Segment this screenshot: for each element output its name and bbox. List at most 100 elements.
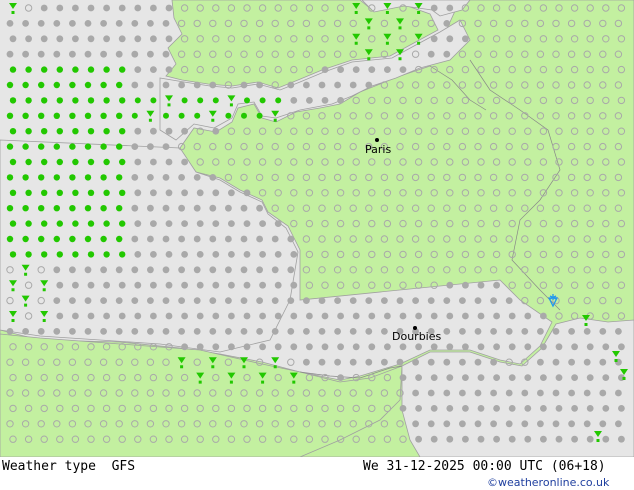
no-precipitation-dot-icon — [427, 297, 435, 304]
no-precipitation-dot-icon — [243, 251, 251, 258]
no-precipitation-dot-icon — [493, 312, 500, 320]
no-precipitation-dot-icon — [131, 235, 139, 243]
no-precipitation-dot-icon — [162, 143, 170, 151]
no-precipitation-dot-icon — [446, 405, 454, 412]
rain-drop-icon — [6, 174, 14, 181]
no-precipitation-dot-icon — [583, 389, 591, 397]
no-precipitation-dot-icon — [365, 328, 373, 335]
no-precipitation-dot-icon — [72, 4, 79, 12]
no-precipitation-dot-icon — [490, 297, 497, 304]
no-precipitation-dot-icon — [118, 4, 126, 12]
no-precipitation-dot-icon — [477, 312, 485, 320]
no-precipitation-dot-icon — [53, 50, 61, 58]
no-precipitation-dot-icon — [540, 312, 547, 320]
rain-drop-icon — [84, 235, 92, 243]
rain-drop-icon — [69, 235, 76, 243]
no-precipitation-dot-icon — [150, 251, 157, 258]
no-precipitation-dot-icon — [193, 204, 201, 212]
no-precipitation-dot-icon — [53, 297, 61, 304]
no-precipitation-dot-icon — [134, 189, 142, 197]
no-precipitation-dot-icon — [586, 374, 594, 381]
no-precipitation-dot-icon — [100, 328, 107, 335]
no-precipitation-dot-icon — [303, 297, 310, 304]
no-precipitation-dot-icon — [462, 312, 469, 320]
no-precipitation-dot-icon — [69, 328, 76, 335]
no-precipitation-dot-icon — [427, 50, 435, 58]
no-precipitation-dot-icon — [162, 50, 170, 58]
rain-drop-icon — [100, 112, 107, 120]
no-precipitation-dot-icon — [147, 174, 154, 181]
no-precipitation-dot-icon — [228, 189, 235, 197]
rain-drop-icon — [56, 158, 63, 166]
no-precipitation-dot-icon — [212, 343, 220, 351]
rain-drop-icon — [56, 220, 63, 227]
no-precipitation-dot-icon — [462, 35, 469, 43]
no-precipitation-dot-icon — [181, 220, 189, 228]
no-precipitation-dot-icon — [53, 328, 61, 335]
no-precipitation-dot-icon — [147, 143, 154, 151]
no-precipitation-dot-icon — [165, 35, 173, 43]
no-precipitation-dot-icon — [131, 204, 139, 212]
no-precipitation-dot-icon — [87, 4, 95, 12]
no-precipitation-dot-icon — [196, 281, 204, 289]
no-precipitation-dot-icon — [256, 204, 263, 212]
no-precipitation-dot-icon — [430, 4, 438, 12]
no-precipitation-dot-icon — [493, 374, 500, 381]
no-precipitation-dot-icon — [396, 358, 404, 366]
no-precipitation-dot-icon — [274, 312, 282, 320]
rain-drop-icon — [53, 235, 60, 243]
no-precipitation-dot-icon — [290, 251, 298, 258]
no-precipitation-dot-icon — [259, 220, 266, 228]
rain-drop-icon — [9, 189, 17, 196]
no-precipitation-dot-icon — [165, 127, 173, 135]
no-precipitation-dot-icon — [118, 281, 126, 289]
no-precipitation-dot-icon — [37, 20, 45, 27]
rain-drop-icon — [87, 128, 95, 135]
rain-drop-icon — [25, 189, 32, 196]
rain-drop-icon — [100, 143, 107, 150]
no-precipitation-dot-icon — [555, 405, 563, 412]
no-precipitation-dot-icon — [508, 374, 516, 381]
no-precipitation-dot-icon — [537, 420, 544, 428]
no-precipitation-dot-icon — [540, 374, 547, 381]
no-precipitation-dot-icon — [69, 50, 76, 58]
no-precipitation-dot-icon — [259, 281, 266, 289]
rain-drop-icon — [194, 112, 201, 119]
rain-drop-icon — [56, 251, 63, 258]
no-precipitation-dot-icon — [147, 297, 154, 304]
no-precipitation-dot-icon — [147, 20, 154, 27]
rain-drop-icon — [22, 235, 29, 243]
no-precipitation-dot-icon — [493, 405, 500, 412]
no-precipitation-dot-icon — [290, 97, 298, 104]
no-precipitation-dot-icon — [134, 281, 142, 289]
no-precipitation-dot-icon — [162, 266, 170, 274]
no-precipitation-dot-icon — [240, 235, 248, 243]
no-precipitation-dot-icon — [147, 266, 154, 274]
no-precipitation-dot-icon — [318, 328, 326, 335]
no-precipitation-dot-icon — [571, 435, 578, 443]
no-precipitation-dot-icon — [274, 220, 282, 228]
no-precipitation-dot-icon — [193, 328, 201, 335]
no-precipitation-dot-icon — [162, 204, 170, 212]
no-precipitation-dot-icon — [37, 50, 45, 58]
no-precipitation-dot-icon — [537, 328, 544, 335]
rain-drop-icon — [84, 143, 92, 150]
no-precipitation-dot-icon — [599, 420, 607, 428]
map-footer: Weather type GFS We 31-12-2025 00:00 UTC… — [0, 457, 634, 490]
rain-drop-icon — [9, 128, 17, 135]
rain-drop-icon — [72, 189, 79, 196]
rain-drop-icon — [72, 251, 79, 258]
no-precipitation-dot-icon — [508, 343, 516, 351]
rain-drop-icon — [100, 174, 107, 181]
no-precipitation-dot-icon — [240, 297, 248, 304]
rain-drop-icon — [119, 66, 126, 73]
no-precipitation-dot-icon — [521, 328, 529, 335]
no-precipitation-dot-icon — [87, 312, 95, 320]
rain-drop-icon — [41, 220, 48, 227]
no-precipitation-dot-icon — [196, 251, 204, 258]
no-precipitation-dot-icon — [225, 328, 232, 335]
credit-link[interactable]: ©weatheronline.co.uk — [487, 476, 609, 489]
no-precipitation-dot-icon — [100, 266, 107, 274]
no-precipitation-dot-icon — [430, 435, 438, 443]
rain-drop-icon — [25, 128, 32, 135]
